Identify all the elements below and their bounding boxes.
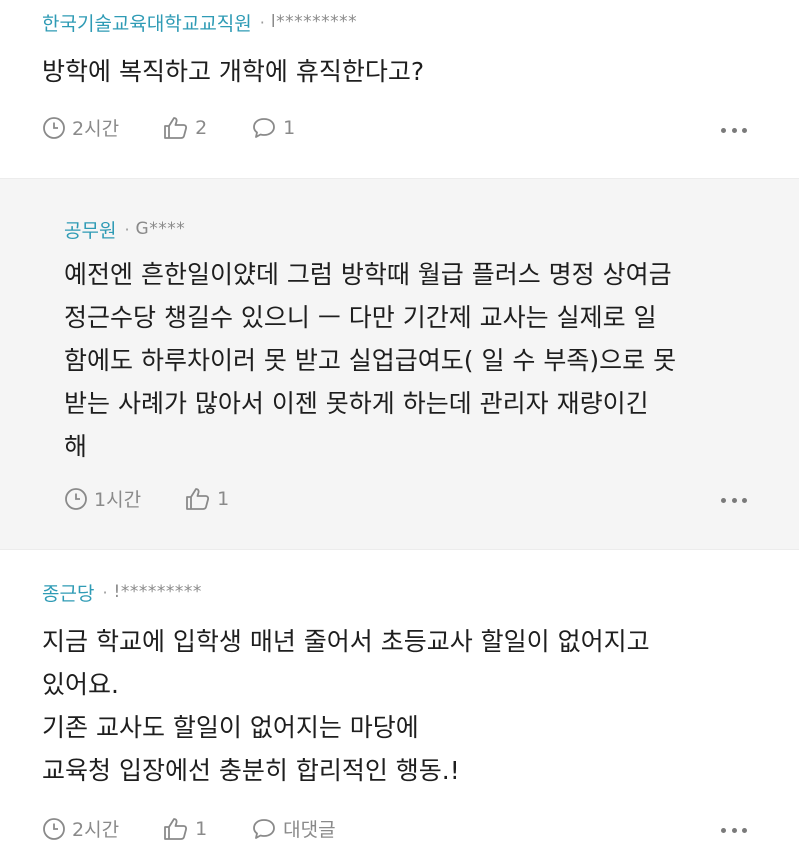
like-button[interactable]: 1: [163, 817, 207, 841]
more-options-icon[interactable]: [721, 828, 747, 834]
reply-comment-item: 공무원 · G**** 예전엔 흔한일이얐데 그럼 방학때 월급 플러스 명정 …: [0, 178, 799, 550]
reply-button[interactable]: 1: [251, 116, 295, 140]
comment-author[interactable]: 한국기술교육대학교교직원: [42, 9, 252, 36]
clock-icon: [65, 487, 87, 510]
clock-icon: [43, 817, 65, 840]
comment-footer: 1시간 1: [64, 485, 273, 512]
like-count: 1: [195, 817, 208, 840]
comment-author[interactable]: 공무원: [64, 216, 116, 243]
speech-bubble-icon: [253, 117, 276, 138]
meta-separator: ·: [124, 219, 130, 239]
comment-text: 지금 학교에 입학생 매년 줄어서 초등교사 할일이 없어지고 있어요. 기존 …: [42, 627, 650, 785]
like-button[interactable]: 1: [185, 487, 229, 511]
speech-bubble-icon: [253, 818, 276, 839]
comment-footer: 2시간 1 대댓글: [42, 815, 380, 842]
time-stamp: 2시간: [42, 815, 119, 842]
time-text: 1시간: [94, 489, 142, 511]
comment-user-id: G****: [135, 219, 186, 239]
comment-item: 한국기술교육대학교교직원 · l********* 방학에 복직하고 개학에 휴…: [0, 0, 799, 178]
time-text: 2시간: [72, 118, 120, 140]
more-options-icon[interactable]: [721, 498, 747, 504]
comment-meta: 공무원 · G****: [64, 215, 799, 243]
comment-meta: 한국기술교육대학교교직원 · l*********: [42, 8, 799, 36]
thumbs-up-icon: [164, 817, 188, 840]
comment-text: 예전엔 흔한일이얐데 그럼 방학때 월급 플러스 명정 상여금 정근수당 챙길수…: [64, 260, 677, 461]
thumbs-up-icon: [186, 487, 210, 510]
more-options-icon[interactable]: [721, 128, 747, 134]
reply-label: 대댓글: [283, 819, 336, 841]
comment-item: 종근당 · !********* 지금 학교에 입학생 매년 줄어서 초등교사 …: [0, 550, 799, 867]
time-stamp: 2시간: [42, 114, 119, 141]
comment-text: 방학에 복직하고 개학에 휴직한다고?: [42, 57, 425, 86]
comment-user-id: !*********: [113, 582, 202, 602]
thumbs-up-icon: [164, 116, 188, 139]
time-text: 2시간: [72, 819, 120, 841]
reply-count: 1: [283, 116, 296, 139]
clock-icon: [43, 116, 65, 139]
comment-author[interactable]: 종근당: [42, 579, 94, 606]
time-stamp: 1시간: [64, 485, 141, 512]
reply-button[interactable]: 대댓글: [251, 815, 336, 842]
meta-separator: ·: [102, 582, 108, 602]
comment-user-id: l*********: [270, 12, 358, 32]
like-count: 1: [217, 487, 230, 510]
meta-separator: ·: [259, 12, 265, 32]
like-count: 2: [195, 116, 208, 139]
comment-footer: 2시간 2 1: [42, 114, 339, 141]
like-button[interactable]: 2: [163, 116, 207, 140]
comment-meta: 종근당 · !*********: [42, 578, 799, 606]
